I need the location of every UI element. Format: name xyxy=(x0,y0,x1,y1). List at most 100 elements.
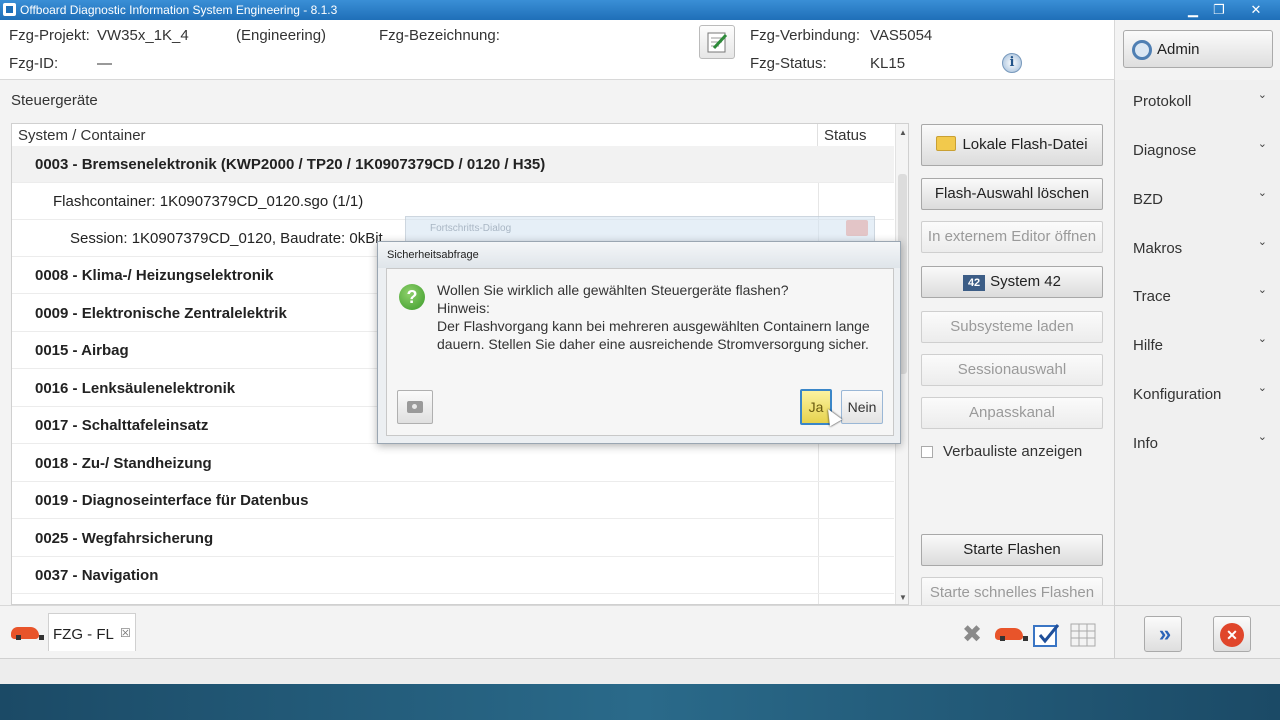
button-label: In externem Editor öffnen xyxy=(927,228,1097,245)
chevron-down-icon: ⌄ xyxy=(1257,431,1267,443)
subsysteme-laden-button[interactable]: Subsysteme laden xyxy=(921,311,1103,343)
section-title: Steuergeräte xyxy=(11,92,98,109)
tab-label: FZG - FL xyxy=(53,626,114,643)
edit-vehicle-button[interactable] xyxy=(699,25,735,59)
admin-label: Admin xyxy=(1157,41,1200,58)
sidebar-item-makros[interactable]: Makros ⌄ xyxy=(1115,231,1280,271)
column-header-status[interactable]: Status xyxy=(824,127,867,144)
sidebar-item-label: Konfiguration xyxy=(1133,386,1222,403)
verbindung-label: Fzg-Verbindung: xyxy=(750,27,861,44)
navigation-buttons: » ✕ xyxy=(1114,605,1280,658)
grid-icon[interactable] xyxy=(1069,621,1097,649)
maximize-button[interactable]: ❐ xyxy=(1206,0,1232,20)
progress-dialog-close xyxy=(846,220,868,236)
row-text: Flashcontainer: 1K0907379CD_0120.sgo (1/… xyxy=(53,193,364,210)
row-text: 0016 - Lenksäulenelektronik xyxy=(35,380,236,397)
sidebar-item-protokoll[interactable]: Protokoll ⌄ xyxy=(1115,84,1280,124)
progress-dialog-background: Fortschritts-Dialog xyxy=(405,216,875,242)
table-row[interactable]: 0003 - Bremsenelektronik (KWP2000 / TP20… xyxy=(12,146,894,183)
nein-button[interactable]: Nein xyxy=(841,390,883,424)
forward-button[interactable]: » xyxy=(1144,616,1182,652)
scroll-down-icon[interactable]: ▼ xyxy=(896,593,908,602)
button-label: Anpasskanal xyxy=(969,404,1055,421)
application-window: Offboard Diagnostic Information System E… xyxy=(0,0,1280,684)
chevron-down-icon: ⌄ xyxy=(1257,284,1267,296)
info-icon[interactable]: i xyxy=(1002,53,1022,73)
sidebar: Protokoll ⌄ Diagnose ⌄ BZD ⌄ Makros ⌄ Tr… xyxy=(1114,80,1280,605)
button-label: Lokale Flash-Datei xyxy=(962,136,1088,153)
sessionauswahl-button[interactable]: Sessionauswahl xyxy=(921,354,1103,386)
car-diagnosis-icon[interactable] xyxy=(995,628,1028,641)
anpasskanal-button[interactable]: Anpasskanal xyxy=(921,397,1103,429)
dialog-question: Wollen Sie wirklich alle gewählten Steue… xyxy=(437,282,789,298)
folder-icon xyxy=(936,136,957,151)
sidebar-item-info[interactable]: Info ⌄ xyxy=(1115,426,1280,466)
verbauliste-checkbox[interactable] xyxy=(921,446,933,458)
tab-fzg-fl[interactable]: FZG - FL ☒ xyxy=(48,613,136,651)
sidebar-item-bzd[interactable]: BZD ⌄ xyxy=(1115,182,1280,222)
sidebar-item-diagnose[interactable]: Diagnose ⌄ xyxy=(1115,133,1280,173)
admin-area: Admin xyxy=(1114,20,1280,80)
sidebar-item-hilfe[interactable]: Hilfe ⌄ xyxy=(1115,328,1280,368)
close-window-button[interactable]: ✕ xyxy=(1243,0,1269,20)
title-bar: Offboard Diagnostic Information System E… xyxy=(0,0,1280,20)
gear-icon xyxy=(1132,40,1152,60)
admin-button[interactable]: Admin xyxy=(1123,30,1273,68)
system42-button[interactable]: 42 System 42 xyxy=(921,266,1103,298)
sidebar-item-label: Info xyxy=(1133,435,1159,452)
dialog-hint-line1: Der Flashvorgang kann bei mehreren ausge… xyxy=(437,318,870,334)
projekt-mode: (Engineering) xyxy=(236,27,327,44)
chevron-down-icon: ⌄ xyxy=(1257,236,1267,248)
status-label: Fzg-Status: xyxy=(750,55,827,72)
verbauliste-label: Verbauliste anzeigen xyxy=(943,443,1083,460)
scroll-up-icon[interactable]: ▲ xyxy=(896,128,908,137)
chevron-down-icon: ⌄ xyxy=(1257,89,1267,101)
cancel-button[interactable]: ✕ xyxy=(1213,616,1251,652)
close-circle-icon: ✕ xyxy=(1220,623,1244,647)
checklist-svg xyxy=(1033,624,1060,647)
table-row[interactable]: 0018 - Zu-/ Standheizung xyxy=(12,445,894,482)
button-label: Sessionauswahl xyxy=(957,361,1067,378)
sidebar-item-label: Makros xyxy=(1133,240,1183,257)
bezeichnung-label: Fzg-Bezeichnung: xyxy=(379,27,500,44)
grid-svg xyxy=(1070,623,1096,647)
row-text: 0017 - Schalttafeleinsatz xyxy=(35,417,209,434)
dialog-title-bar: Sicherheitsabfrage xyxy=(378,242,900,268)
sidebar-item-label: Diagnose xyxy=(1133,142,1197,159)
column-header-system[interactable]: System / Container xyxy=(18,127,146,144)
checklist-icon[interactable] xyxy=(1032,621,1060,649)
dialog-hint-line2: dauern. Stellen Sie daher eine ausreiche… xyxy=(437,336,869,352)
minimize-button[interactable]: ▁ xyxy=(1180,0,1206,20)
camera-icon xyxy=(407,401,423,413)
button-label: System 42 xyxy=(990,273,1061,290)
button-label: Flash-Auswahl löschen xyxy=(934,185,1090,202)
dialog-title: Sicherheitsabfrage xyxy=(387,249,479,261)
sidebar-item-konfiguration[interactable]: Konfiguration ⌄ xyxy=(1115,377,1280,417)
row-text: 0025 - Wegfahrsicherung xyxy=(35,530,214,547)
vehicle-header: Fzg-Projekt: VW35x_1K_4 (Engineering) Fz… xyxy=(0,20,1114,80)
double-chevron-right-icon: » xyxy=(1158,621,1171,646)
screenshot-button[interactable] xyxy=(397,390,433,424)
status-value: KL15 xyxy=(870,55,906,72)
table-row[interactable]: 0037 - Navigation xyxy=(12,557,894,594)
lokale-flash-datei-button[interactable]: Lokale Flash-Datei xyxy=(921,124,1103,166)
sidebar-item-label: Hilfe xyxy=(1133,337,1164,354)
tab-close-icon[interactable]: ☒ xyxy=(120,626,131,640)
row-text: 0009 - Elektronische Zentralelektrik xyxy=(35,305,287,322)
table-row[interactable]: Flashcontainer: 1K0907379CD_0120.sgo (1/… xyxy=(12,183,894,220)
table-row[interactable]: 0019 - Diagnoseinterface für Datenbus xyxy=(12,482,894,519)
window-title: Offboard Diagnostic Information System E… xyxy=(20,3,338,17)
delete-x-icon[interactable]: ✖ xyxy=(958,621,986,649)
sidebar-item-label: BZD xyxy=(1133,191,1163,208)
sidebar-item-trace[interactable]: Trace ⌄ xyxy=(1115,279,1280,319)
vehicle-car-icon[interactable] xyxy=(11,627,44,640)
row-text: Session: 1K0907379CD_0120, Baudrate: 0kB… xyxy=(70,230,383,247)
chevron-down-icon: ⌄ xyxy=(1257,333,1267,345)
starte-flashen-button[interactable]: Starte Flashen xyxy=(921,534,1103,566)
externer-editor-button[interactable]: In externem Editor öffnen xyxy=(921,221,1103,253)
row-text: 0015 - Airbag xyxy=(35,342,129,359)
table-row[interactable]: 0025 - Wegfahrsicherung xyxy=(12,520,894,557)
table-header: System / Container Status xyxy=(12,124,894,148)
flash-auswahl-loeschen-button[interactable]: Flash-Auswahl löschen xyxy=(921,178,1103,210)
app-icon xyxy=(3,3,16,16)
